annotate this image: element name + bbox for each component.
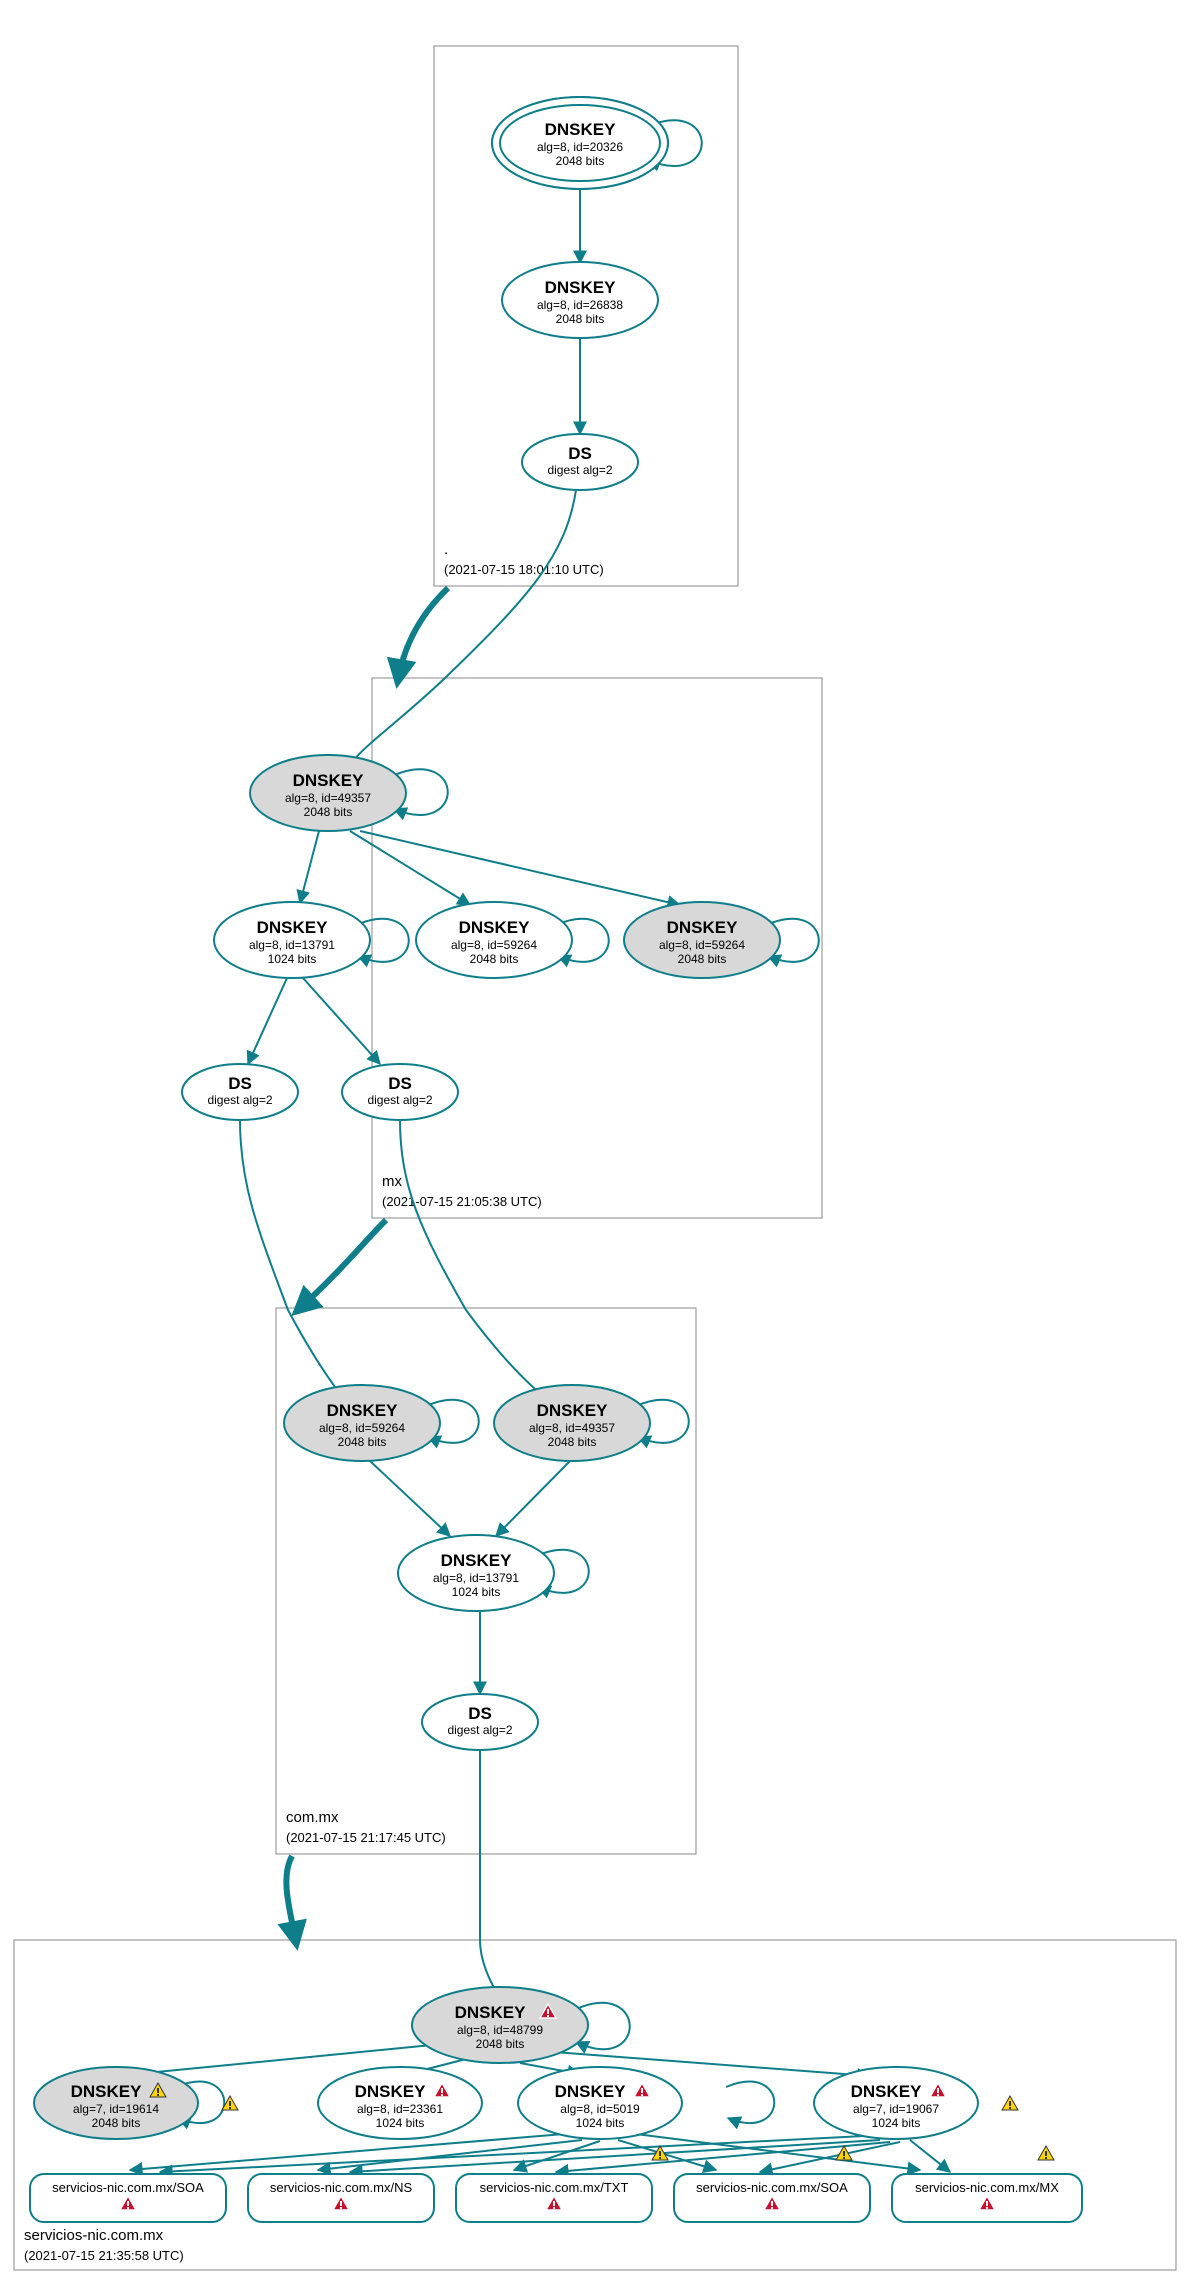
svg-text:2048 bits: 2048 bits — [556, 312, 605, 326]
zone-root-ts: (2021-07-15 18:01:10 UTC) — [444, 562, 604, 577]
node-dnskey-mx-ksk: DNSKEY alg=8, id=49357 2048 bits — [250, 755, 406, 831]
node-ds-mx-1: DS digest alg=2 — [182, 1064, 298, 1120]
svg-text:DNSKEY: DNSKEY — [441, 1551, 513, 1570]
svg-text:2048 bits: 2048 bits — [476, 2037, 525, 2051]
svg-text:1024 bits: 1024 bits — [452, 1585, 501, 1599]
svg-text:DNSKEY: DNSKEY — [455, 2003, 527, 2022]
svg-text:alg=8, id=59264: alg=8, id=59264 — [451, 938, 537, 952]
node-dnskey-commx-zsk: DNSKEY alg=8, id=13791 1024 bits — [398, 1535, 554, 1611]
svg-text:alg=8, id=20326: alg=8, id=20326 — [537, 140, 623, 154]
svg-text:digest alg=2: digest alg=2 — [547, 463, 612, 477]
node-record-ns: servicios-nic.com.mx/NS — [248, 2174, 434, 2222]
node-dnskey-root-zsk: DNSKEY alg=8, id=26838 2048 bits — [502, 262, 658, 338]
svg-text:alg=8, id=59264: alg=8, id=59264 — [319, 1421, 405, 1435]
svg-text:servicios-nic.com.mx/MX: servicios-nic.com.mx/MX — [915, 2180, 1059, 2195]
svg-text:alg=8, id=5019: alg=8, id=5019 — [560, 2102, 640, 2116]
svg-text:digest alg=2: digest alg=2 — [207, 1093, 272, 1107]
svg-text:digest alg=2: digest alg=2 — [447, 1723, 512, 1737]
warning-icon — [1038, 2146, 1054, 2160]
svg-text:alg=7, id=19067: alg=7, id=19067 — [853, 2102, 939, 2116]
svg-text:1024 bits: 1024 bits — [576, 2116, 625, 2130]
svg-text:DS: DS — [228, 1074, 252, 1093]
node-dnskey-servicios-4: DNSKEY alg=7, id=19067 1024 bits — [814, 2067, 978, 2139]
svg-text:alg=8, id=23361: alg=8, id=23361 — [357, 2102, 443, 2116]
svg-text:DNSKEY: DNSKEY — [459, 918, 531, 937]
svg-text:DNSKEY: DNSKEY — [555, 2082, 627, 2101]
svg-text:DS: DS — [388, 1074, 412, 1093]
svg-text:DNSKEY: DNSKEY — [355, 2082, 427, 2101]
svg-text:DNSKEY: DNSKEY — [545, 278, 617, 297]
zone-servicios-label: servicios-nic.com.mx — [24, 2227, 164, 2244]
svg-text:1024 bits: 1024 bits — [268, 952, 317, 966]
node-record-txt: servicios-nic.com.mx/TXT — [456, 2174, 652, 2222]
node-dnskey-mx-zsk1: DNSKEY alg=8, id=13791 1024 bits — [214, 902, 370, 978]
svg-text:servicios-nic.com.mx/SOA: servicios-nic.com.mx/SOA — [696, 2180, 848, 2195]
node-ds-commx: DS digest alg=2 — [422, 1694, 538, 1750]
svg-text:DNSKEY: DNSKEY — [537, 1401, 609, 1420]
svg-text:alg=8, id=59264: alg=8, id=59264 — [659, 938, 745, 952]
svg-text:alg=8, id=13791: alg=8, id=13791 — [433, 1571, 519, 1585]
zone-root-label: . — [444, 541, 448, 558]
node-record-mx: servicios-nic.com.mx/MX — [892, 2174, 1082, 2222]
svg-text:alg=7, id=19614: alg=7, id=19614 — [73, 2102, 159, 2116]
svg-text:servicios-nic.com.mx/TXT: servicios-nic.com.mx/TXT — [480, 2180, 629, 2195]
node-ds-root: DS digest alg=2 — [522, 434, 638, 490]
svg-text:DNSKEY: DNSKEY — [851, 2082, 923, 2101]
svg-text:2048 bits: 2048 bits — [92, 2116, 141, 2130]
svg-text:alg=8, id=48799: alg=8, id=48799 — [457, 2023, 543, 2037]
zone-commx-ts: (2021-07-15 21:17:45 UTC) — [286, 1830, 446, 1845]
svg-text:2048 bits: 2048 bits — [338, 1435, 387, 1449]
svg-text:DS: DS — [568, 444, 592, 463]
node-dnskey-mx-extra: DNSKEY alg=8, id=59264 2048 bits — [624, 902, 780, 978]
svg-text:2048 bits: 2048 bits — [470, 952, 519, 966]
svg-text:DS: DS — [468, 1704, 492, 1723]
zone-mx-ts: (2021-07-15 21:05:38 UTC) — [382, 1194, 542, 1209]
svg-text:digest alg=2: digest alg=2 — [367, 1093, 432, 1107]
svg-text:alg=8, id=26838: alg=8, id=26838 — [537, 298, 623, 312]
node-dnskey-servicios-ksk: DNSKEY alg=8, id=48799 2048 bits — [412, 1987, 588, 2063]
zone-mx-label: mx — [382, 1173, 402, 1190]
svg-text:alg=8, id=49357: alg=8, id=49357 — [285, 791, 371, 805]
svg-text:DNSKEY: DNSKEY — [327, 1401, 399, 1420]
svg-text:alg=8, id=13791: alg=8, id=13791 — [249, 938, 335, 952]
svg-text:2048 bits: 2048 bits — [304, 805, 353, 819]
svg-text:DNSKEY: DNSKEY — [293, 771, 365, 790]
node-dnskey-mx-zsk2: DNSKEY alg=8, id=59264 2048 bits — [416, 902, 572, 978]
svg-text:1024 bits: 1024 bits — [376, 2116, 425, 2130]
node-dnskey-servicios-3: DNSKEY alg=8, id=5019 1024 bits — [518, 2067, 682, 2139]
svg-text:2048 bits: 2048 bits — [678, 952, 727, 966]
dnssec-diagram: . (2021-07-15 18:01:10 UTC) mx (2021-07-… — [0, 0, 1189, 2282]
node-dnskey-root-ksk: DNSKEY alg=8, id=20326 2048 bits — [492, 97, 668, 189]
svg-text:DNSKEY: DNSKEY — [257, 918, 329, 937]
svg-text:alg=8, id=49357: alg=8, id=49357 — [529, 1421, 615, 1435]
node-ds-mx-2: DS digest alg=2 — [342, 1064, 458, 1120]
svg-text:2048 bits: 2048 bits — [548, 1435, 597, 1449]
svg-text:DNSKEY: DNSKEY — [545, 120, 617, 139]
zone-commx-label: com.mx — [286, 1809, 339, 1826]
svg-text:servicios-nic.com.mx/SOA: servicios-nic.com.mx/SOA — [52, 2180, 204, 2195]
warning-icon — [1002, 2096, 1018, 2110]
node-dnskey-commx-2: DNSKEY alg=8, id=49357 2048 bits — [494, 1385, 650, 1461]
svg-text:servicios-nic.com.mx/NS: servicios-nic.com.mx/NS — [270, 2180, 413, 2195]
node-record-soa-1: servicios-nic.com.mx/SOA — [30, 2174, 226, 2222]
node-dnskey-servicios-2: DNSKEY alg=8, id=23361 1024 bits — [318, 2067, 482, 2139]
node-dnskey-commx-1: DNSKEY alg=8, id=59264 2048 bits — [284, 1385, 440, 1461]
svg-text:2048 bits: 2048 bits — [556, 154, 605, 168]
node-record-soa-2: servicios-nic.com.mx/SOA — [674, 2174, 870, 2222]
svg-text:DNSKEY: DNSKEY — [71, 2082, 143, 2101]
node-dnskey-servicios-1: DNSKEY alg=7, id=19614 2048 bits — [34, 2067, 198, 2139]
svg-text:1024 bits: 1024 bits — [872, 2116, 921, 2130]
zone-servicios-ts: (2021-07-15 21:35:58 UTC) — [24, 2248, 184, 2263]
svg-text:DNSKEY: DNSKEY — [667, 918, 739, 937]
